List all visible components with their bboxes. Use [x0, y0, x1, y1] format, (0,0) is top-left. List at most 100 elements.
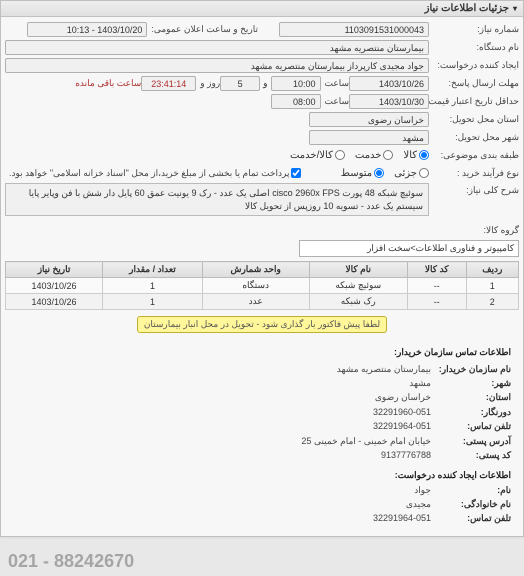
label-delivery-province: استان محل تحویل:	[429, 114, 519, 125]
radio-both[interactable]: کالا/خدمت	[290, 150, 345, 161]
radio-khedmat[interactable]: خدمت	[355, 150, 394, 161]
panel-body: شماره نیاز: 1103091531000043 تاریخ و ساع…	[1, 17, 523, 536]
th-unit: واحد شمارش	[202, 262, 309, 278]
k-address: آدرس پستی:	[431, 434, 511, 448]
k-phone: تلفن تماس:	[431, 419, 511, 433]
label-delivery-city: شهر محل تحویل:	[429, 132, 519, 143]
label-time-remaining: ساعت باقی مانده	[71, 78, 141, 89]
radio-khedmat-input[interactable]	[383, 150, 393, 160]
label-category: گروه کالا:	[429, 225, 519, 236]
and-text: و	[260, 78, 270, 89]
v-postal: 9137776788	[381, 448, 431, 462]
cell-qty: 1	[103, 278, 203, 294]
label-device-name: نام دستگاه:	[429, 42, 519, 53]
k-name: نام:	[431, 483, 511, 497]
table-header-row: ردیف کد کالا نام کالا واحد شمارش تعداد /…	[6, 262, 519, 278]
label-purchase-type: نوع فرآیند خرید :	[429, 168, 519, 179]
description-box: سوئیچ شبکه 48 پورت cisco 2960x FPS اصلی …	[5, 183, 429, 216]
delivery-province-field: خراسان رضوی	[309, 112, 429, 127]
label-time2: ساعت	[321, 96, 350, 107]
label-subject-type: طبقه بندی موضوعی:	[429, 150, 519, 161]
radio-medium-label: متوسط	[341, 168, 372, 179]
remaining-days-field: 5	[220, 76, 260, 91]
requester-heading: اطلاعات ایجاد کننده درخواست:	[13, 468, 511, 482]
th-code: کد کالا	[407, 262, 466, 278]
table-row[interactable]: 1 -- سوئیچ شبکه دستگاه 1 1403/10/26	[6, 278, 519, 294]
subject-radio-group: کالا خدمت کالا/خدمت	[290, 150, 429, 161]
k-family: نام خانوادگی:	[431, 497, 511, 511]
th-date: تاریخ نیاز	[6, 262, 103, 278]
panel-header[interactable]: ▾ جزئیات اطلاعات نیاز	[1, 1, 523, 17]
purchase-radio-group: جزئی متوسط	[341, 168, 429, 179]
cell-code: --	[407, 278, 466, 294]
purchase-note-input[interactable]	[291, 168, 301, 178]
device-name-field: بیمارستان منتصریه مشهد	[5, 40, 429, 55]
th-qty: تعداد / مقدار	[103, 262, 203, 278]
need-details-panel: ▾ جزئیات اطلاعات نیاز شماره نیاز: 110309…	[0, 0, 524, 537]
radio-medium[interactable]: متوسط	[341, 168, 384, 179]
remaining-time-field: 23:41:14	[141, 76, 196, 91]
k-phone2: تلفن تماس:	[431, 511, 511, 525]
purchase-note-label: پرداخت تمام یا بخشی از مبلغ خرید،از محل …	[5, 168, 289, 179]
valid-to-date-field: 1403/10/30	[349, 94, 429, 109]
v-province: خراسان رضوی	[375, 390, 431, 404]
cell-idx: 2	[466, 294, 518, 310]
created-by-field: جواد مجیدی کارپرداز بیمارستان منتصریه مش…	[5, 58, 429, 73]
cell-name: سوئیچ شبکه	[309, 278, 407, 294]
radio-minor-label: جزئی	[394, 168, 417, 179]
v-city: مشهد	[409, 376, 431, 390]
purchase-note-checkbox[interactable]: پرداخت تمام یا بخشی از مبلغ خرید،از محل …	[5, 168, 301, 179]
k-province: استان:	[431, 390, 511, 404]
v-org: بیمارستان منتصریه مشهد	[337, 362, 431, 376]
cell-name: رک شبکه	[309, 294, 407, 310]
k-org: نام سازمان خریدار:	[431, 362, 511, 376]
cell-code: --	[407, 294, 466, 310]
announce-date-field: 1403/10/20 - 10:13	[27, 22, 147, 37]
v-phone: 32291964-051	[373, 419, 431, 433]
radio-both-input[interactable]	[335, 150, 345, 160]
cell-unit: عدد	[202, 294, 309, 310]
radio-minor-input[interactable]	[419, 168, 429, 178]
response-date-field: 1403/10/26	[349, 76, 429, 91]
panel-title: جزئیات اطلاعات نیاز	[425, 3, 509, 14]
label-valid-from: حداقل تاریخ اعتبار قیمت: تا تاریخ:	[429, 96, 519, 107]
cell-qty: 1	[103, 294, 203, 310]
radio-medium-input[interactable]	[374, 168, 384, 178]
radio-both-label: کالا/خدمت	[290, 150, 333, 161]
k-postal: کد پستی:	[431, 448, 511, 462]
items-table: ردیف کد کالا نام کالا واحد شمارش تعداد /…	[5, 261, 519, 310]
table-row[interactable]: 2 -- رک شبکه عدد 1 1403/10/26	[6, 294, 519, 310]
delivery-city-field: مشهد	[309, 130, 429, 145]
label-days-remaining: روز و	[196, 78, 220, 89]
label-time1: ساعت	[321, 78, 350, 89]
k-fax: دورنگار:	[431, 405, 511, 419]
label-response-deadline: مهلت ارسال پاسخ:	[429, 78, 519, 89]
need-number-field: 1103091531000043	[279, 22, 429, 37]
radio-minor[interactable]: جزئی	[394, 168, 429, 179]
label-announce-date: تاریخ و ساعت اعلان عمومی:	[147, 24, 258, 35]
collapse-icon: ▾	[513, 4, 517, 13]
pre-invoice-button[interactable]: لطفا پیش فاکتور بار گذاری شود - تحویل در…	[137, 316, 387, 333]
cell-date: 1403/10/26	[6, 278, 103, 294]
label-created-by: ایجاد کننده درخواست:	[429, 60, 519, 71]
radio-kala[interactable]: کالا	[403, 150, 429, 161]
v-address: خیابان امام خمینی - امام خمینی 25	[301, 434, 431, 448]
category-box: کامپیوتر و فناوری اطلاعات>سخت افزار	[299, 240, 519, 257]
v-phone2: 32291964-051	[373, 511, 431, 525]
contact-heading: اطلاعات تماس سازمان خریدار:	[13, 345, 511, 359]
th-idx: ردیف	[466, 262, 518, 278]
radio-kala-input[interactable]	[419, 150, 429, 160]
watermark: 021 - 88242670	[8, 551, 134, 572]
valid-to-time-field: 08:00	[271, 94, 321, 109]
radio-kala-label: کالا	[403, 150, 417, 161]
v-family: مجیدی	[406, 497, 431, 511]
cell-unit: دستگاه	[202, 278, 309, 294]
radio-khedmat-label: خدمت	[355, 150, 382, 161]
k-city: شهر:	[431, 376, 511, 390]
label-need-number: شماره نیاز:	[429, 24, 519, 35]
v-name: جواد	[414, 483, 431, 497]
response-time-field: 10:00	[271, 76, 321, 91]
contact-section: اطلاعات تماس سازمان خریدار: نام سازمان خ…	[5, 339, 519, 532]
th-name: نام کالا	[309, 262, 407, 278]
cell-idx: 1	[466, 278, 518, 294]
